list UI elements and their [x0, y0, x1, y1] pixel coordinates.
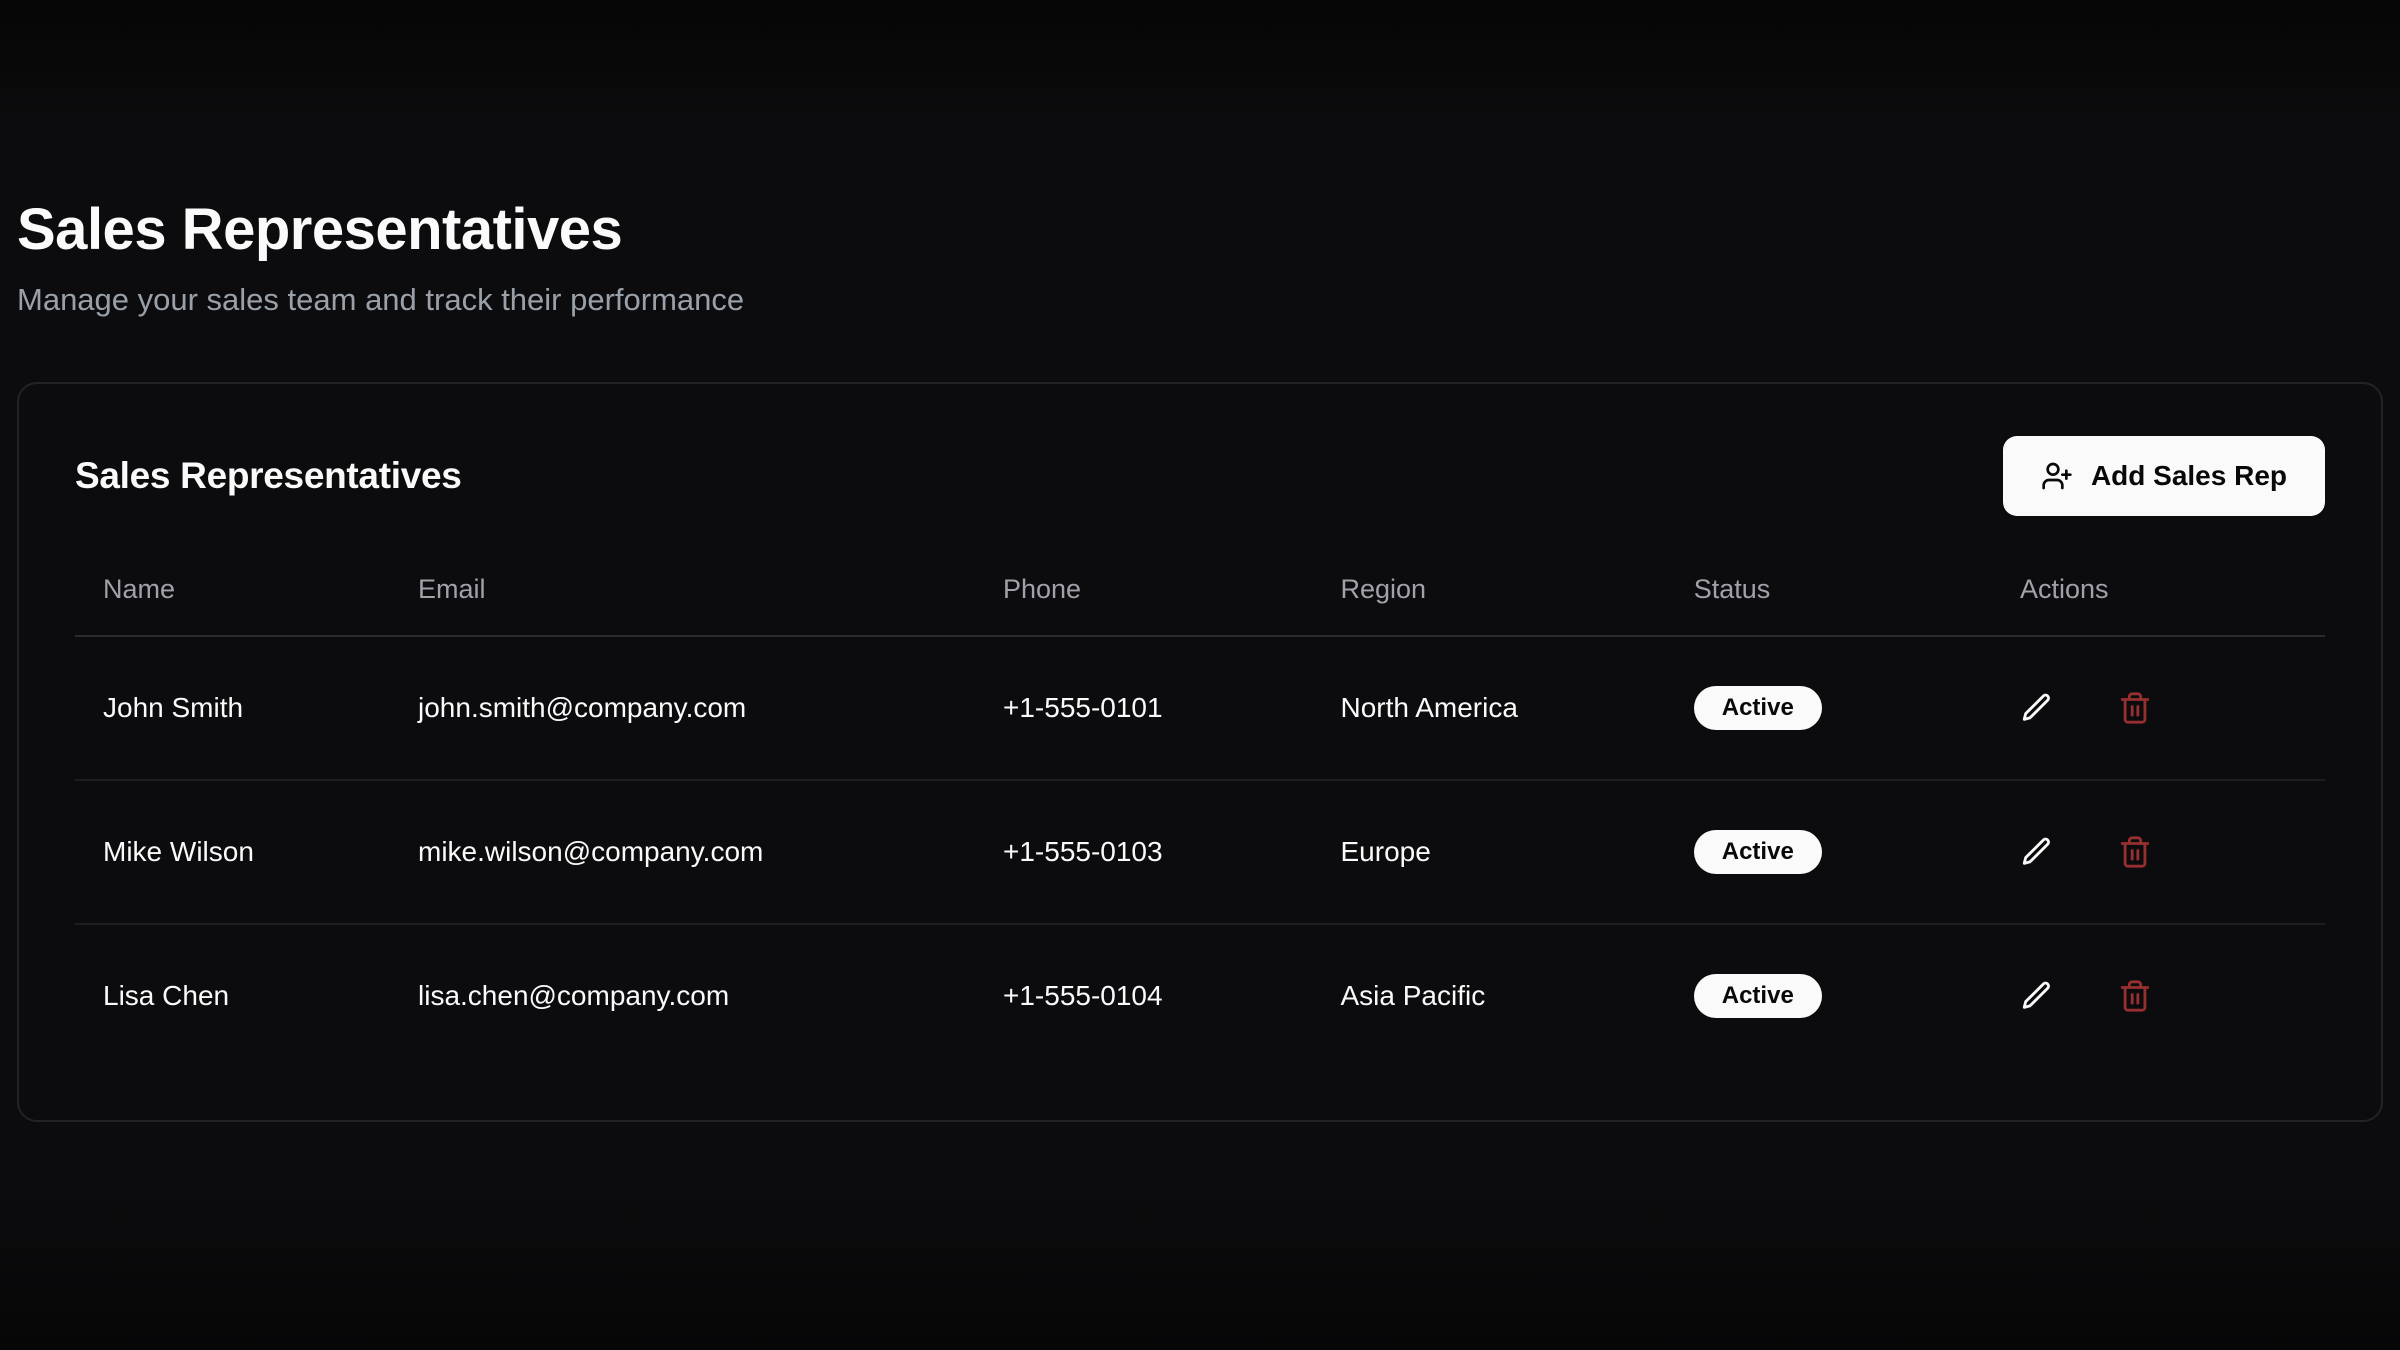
pencil-icon — [2020, 835, 2054, 869]
cell-phone: +1-555-0104 — [975, 924, 1313, 1068]
cell-actions — [1992, 636, 2325, 780]
column-header-name: Name — [75, 574, 390, 636]
cell-actions — [1992, 924, 2325, 1068]
cell-name: Mike Wilson — [75, 780, 390, 924]
status-badge: Active — [1694, 974, 1822, 1018]
status-badge: Active — [1694, 686, 1822, 730]
delete-button[interactable] — [2118, 979, 2152, 1013]
edit-button[interactable] — [2020, 691, 2054, 725]
cell-actions — [1992, 780, 2325, 924]
column-header-status: Status — [1666, 574, 1992, 636]
column-header-region: Region — [1313, 574, 1666, 636]
sales-reps-card: Sales Representatives Add Sales Rep — [17, 382, 2383, 1122]
trash-icon — [2118, 835, 2152, 869]
cell-status: Active — [1666, 636, 1992, 780]
user-plus-icon — [2041, 460, 2073, 492]
delete-button[interactable] — [2118, 691, 2152, 725]
cell-region: North America — [1313, 636, 1666, 780]
column-header-email: Email — [390, 574, 975, 636]
cell-region: Europe — [1313, 780, 1666, 924]
sales-reps-table: Name Email Phone Region Status Actions J… — [75, 574, 2325, 1068]
cell-region: Asia Pacific — [1313, 924, 1666, 1068]
table-row: Mike Wilson mike.wilson@company.com +1-5… — [75, 780, 2325, 924]
add-sales-rep-button[interactable]: Add Sales Rep — [2003, 436, 2325, 516]
page-title: Sales Representatives — [17, 198, 2383, 262]
delete-button[interactable] — [2118, 835, 2152, 869]
trash-icon — [2118, 979, 2152, 1013]
pencil-icon — [2020, 691, 2054, 725]
cell-name: John Smith — [75, 636, 390, 780]
page-subtitle: Manage your sales team and track their p… — [17, 282, 2383, 318]
card-header: Sales Representatives Add Sales Rep — [75, 436, 2325, 516]
column-header-actions: Actions — [1992, 574, 2325, 636]
cell-phone: +1-555-0103 — [975, 780, 1313, 924]
table-header-row: Name Email Phone Region Status Actions — [75, 574, 2325, 636]
cell-email: mike.wilson@company.com — [390, 780, 975, 924]
card-title: Sales Representatives — [75, 455, 462, 497]
table-row: John Smith john.smith@company.com +1-555… — [75, 636, 2325, 780]
cell-status: Active — [1666, 780, 1992, 924]
status-badge: Active — [1694, 830, 1822, 874]
pencil-icon — [2020, 979, 2054, 1013]
edit-button[interactable] — [2020, 979, 2054, 1013]
cell-email: lisa.chen@company.com — [390, 924, 975, 1068]
edit-button[interactable] — [2020, 835, 2054, 869]
add-sales-rep-button-label: Add Sales Rep — [2091, 460, 2287, 492]
cell-email: john.smith@company.com — [390, 636, 975, 780]
page: Sales Representatives Manage your sales … — [0, 0, 2400, 1350]
table-row: Lisa Chen lisa.chen@company.com +1-555-0… — [75, 924, 2325, 1068]
cell-name: Lisa Chen — [75, 924, 390, 1068]
cell-status: Active — [1666, 924, 1992, 1068]
column-header-phone: Phone — [975, 574, 1313, 636]
trash-icon — [2118, 691, 2152, 725]
cell-phone: +1-555-0101 — [975, 636, 1313, 780]
